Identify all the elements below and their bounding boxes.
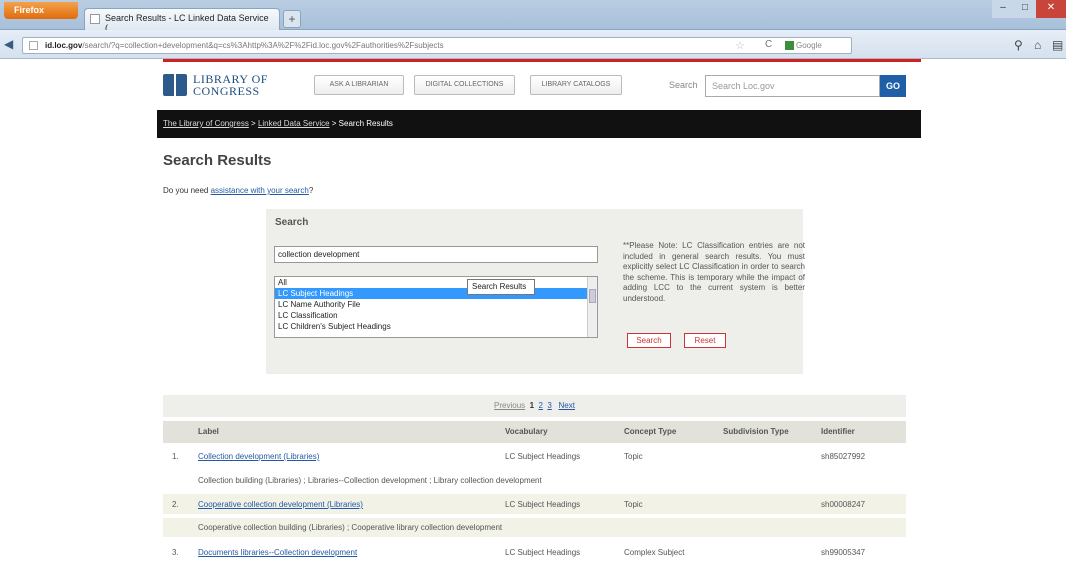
vocabulary-select[interactable]: All LC Subject Headings LC Name Authorit…: [274, 276, 598, 338]
breadcrumb-separator: >: [329, 119, 339, 128]
lcc-note: **Please Note: LC Classification entries…: [623, 241, 805, 303]
logo-text-line2: CONGRESS: [193, 84, 260, 98]
search-button[interactable]: Search: [627, 333, 671, 348]
vocab-option-lcsh[interactable]: LC Subject Headings: [275, 288, 597, 299]
next-page-link[interactable]: Next: [559, 401, 575, 410]
back-arrow-icon[interactable]: ◀: [4, 37, 18, 51]
col-subdivision-type: Subdivision Type: [723, 427, 789, 436]
new-tab-button[interactable]: +: [283, 10, 301, 28]
col-identifier: Identifier: [821, 427, 855, 436]
breadcrumb-link-loc[interactable]: The Library of Congress: [163, 119, 249, 128]
google-icon: [785, 41, 794, 51]
minimize-icon[interactable]: –: [992, 0, 1014, 18]
go-button[interactable]: GO: [880, 75, 906, 97]
results-table-header: Label Vocabulary Concept Type Subdivisio…: [163, 421, 906, 443]
address-bar[interactable]: id.loc.gov/search/?q=collection+developm…: [22, 37, 852, 54]
assist-suffix: ?: [308, 186, 314, 195]
assistance-link[interactable]: assistance with your search: [211, 186, 309, 195]
search-engine-box[interactable]: Google: [785, 41, 822, 51]
result-label-link[interactable]: Cooperative collection development (Libr…: [198, 500, 363, 509]
close-icon[interactable]: ✕: [1036, 0, 1066, 18]
scrollbar-thumb[interactable]: [589, 289, 596, 303]
row-identifier: sh99005347: [821, 548, 866, 557]
row-number: 1.: [172, 452, 179, 461]
maximize-icon[interactable]: □: [1014, 0, 1036, 18]
page-title: Search Results: [163, 152, 272, 169]
reload-icon[interactable]: C: [765, 39, 772, 50]
vocab-option-childrens[interactable]: LC Children's Subject Headings: [275, 321, 597, 332]
col-vocabulary: Vocabulary: [505, 427, 548, 436]
web-page: LIBRARY OF CONGRESS ASK A LIBRARIAN DIGI…: [0, 59, 1066, 570]
row-concept-type: Topic: [624, 500, 643, 509]
search-panel-title: Search: [275, 217, 309, 228]
site-identity-icon[interactable]: [29, 41, 38, 50]
row-variants: Cooperative collection building (Librari…: [163, 518, 906, 537]
result-label-link[interactable]: Documents libraries--Collection developm…: [198, 548, 357, 557]
url-text: id.loc.gov/search/?q=collection+developm…: [45, 41, 444, 50]
table-row: 1. Collection development (Libraries) LC…: [163, 446, 906, 466]
ask-librarian-button[interactable]: ASK A LIBRARIAN: [314, 75, 404, 95]
library-catalogs-button[interactable]: LIBRARY CATALOGS: [530, 75, 622, 95]
bookmark-star-icon[interactable]: ☆: [735, 39, 745, 52]
home-icon[interactable]: ⌂: [1034, 38, 1041, 52]
page-2-link[interactable]: 2: [539, 401, 543, 410]
assist-prefix: Do you need: [163, 186, 211, 195]
breadcrumb: The Library of Congress > Linked Data Se…: [157, 110, 921, 138]
site-search-input[interactable]: Search Loc.gov: [705, 75, 880, 97]
pagination: Previous 1 2 3 Next: [163, 395, 906, 417]
vocab-option-all[interactable]: All: [275, 277, 597, 288]
row-variants: Collection building (Libraries) ; Librar…: [198, 476, 542, 485]
vocab-option-lcc[interactable]: LC Classification: [275, 310, 597, 321]
firefox-menu-button[interactable]: Firefox: [4, 2, 78, 19]
row-vocabulary: LC Subject Headings: [505, 452, 581, 461]
row-vocabulary: LC Subject Headings: [505, 548, 581, 557]
reset-button[interactable]: Reset: [684, 333, 726, 348]
row-identifier: sh85027992: [821, 452, 866, 461]
bookmarks-menu-icon[interactable]: ▤: [1052, 38, 1063, 52]
search-panel: Search collection development All LC Sub…: [266, 209, 805, 374]
col-label: Label: [198, 427, 219, 436]
vocab-option-naf[interactable]: LC Name Authority File: [275, 299, 597, 310]
digital-collections-button[interactable]: DIGITAL COLLECTIONS: [414, 75, 515, 95]
row-number: 2.: [172, 500, 179, 509]
browser-tab[interactable]: Search Results - LC Linked Data Service …: [84, 8, 280, 33]
listbox-scrollbar[interactable]: [587, 277, 597, 337]
previous-page-link[interactable]: Previous: [494, 401, 525, 410]
row-vocabulary: LC Subject Headings: [505, 500, 581, 509]
breadcrumb-current: Search Results: [338, 119, 393, 128]
result-label-link[interactable]: Collection development (Libraries): [198, 452, 319, 461]
site-search-label: Search: [669, 80, 698, 90]
search-icon[interactable]: ⚲: [1014, 38, 1023, 52]
assistance-text: Do you need assistance with your search?: [163, 186, 313, 195]
table-row: 3. Documents libraries--Collection devel…: [163, 542, 906, 562]
breadcrumb-link-linked-data[interactable]: Linked Data Service: [258, 119, 330, 128]
row-identifier: sh00008247: [821, 500, 866, 509]
page-1-current: 1: [529, 401, 535, 410]
page-3-link[interactable]: 3: [547, 401, 551, 410]
page-favicon-icon: [90, 14, 100, 24]
row-concept-type: Topic: [624, 452, 643, 461]
navigation-toolbar: ◀ id.loc.gov/search/?q=collection+develo…: [0, 30, 1066, 59]
loc-logo[interactable]: LIBRARY OF CONGRESS: [163, 72, 283, 102]
header-accent-line: [163, 59, 921, 62]
tooltip: Search Results: [467, 279, 535, 295]
query-input[interactable]: collection development: [274, 246, 598, 263]
browser-titlebar: Firefox Search Results - LC Linked Data …: [0, 0, 1066, 33]
col-concept-type: Concept Type: [624, 427, 677, 436]
table-row: 2. Cooperative collection development (L…: [163, 494, 906, 514]
breadcrumb-separator: >: [248, 119, 258, 128]
book-icon: [163, 74, 187, 96]
row-concept-type: Complex Subject: [624, 548, 685, 557]
row-number: 3.: [172, 548, 179, 557]
